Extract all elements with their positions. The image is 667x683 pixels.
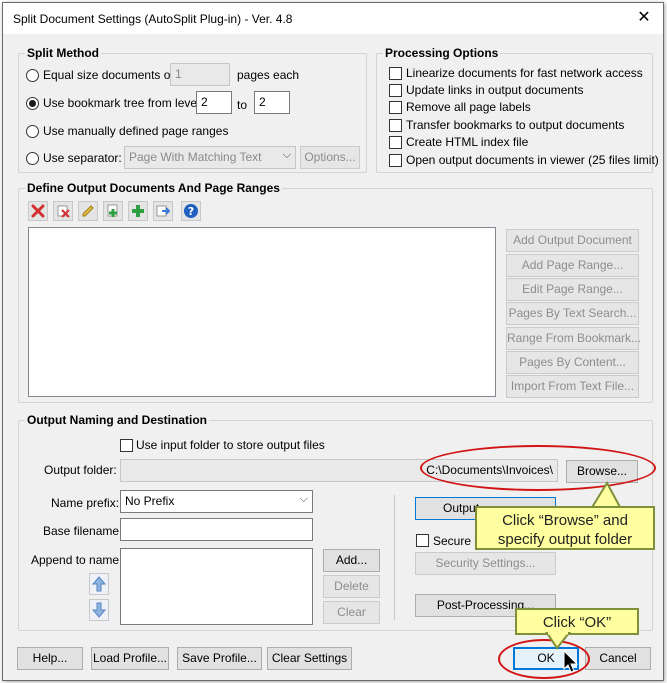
transfer-bookmarks-label: Transfer bookmarks to output documents xyxy=(406,118,625,132)
radio-separator[interactable] xyxy=(26,152,39,165)
ok-callout-pointer xyxy=(545,632,572,650)
edit-page-range-button[interactable]: Edit Page Range... xyxy=(506,278,639,301)
move-up-icon[interactable] xyxy=(89,573,109,595)
save-profile-button[interactable]: Save Profile... xyxy=(177,647,262,670)
checkbox-linearize[interactable] xyxy=(389,67,402,80)
bookmark-tree-label: Use bookmark tree from level xyxy=(43,96,200,110)
svg-text:?: ? xyxy=(188,205,194,218)
options-button[interactable]: Options... xyxy=(300,146,360,169)
browse-callout: Click “Browse” and specify output folder xyxy=(475,506,655,550)
dialog-window: Split Document Settings (AutoSplit Plug-… xyxy=(2,2,664,681)
import-icon[interactable] xyxy=(153,201,173,221)
import-from-text-file-button[interactable]: Import From Text File... xyxy=(506,375,639,398)
add-document-icon[interactable] xyxy=(103,201,123,221)
radio-bookmark-tree[interactable] xyxy=(26,97,39,110)
bookmark-to-input[interactable]: 2 xyxy=(254,91,290,114)
checkbox-html-index[interactable] xyxy=(389,136,402,149)
move-down-icon[interactable] xyxy=(89,599,109,621)
html-index-label: Create HTML index file xyxy=(406,135,529,149)
base-filename-label: Base filename: xyxy=(43,524,123,538)
ok-callout-text: Click “OK” xyxy=(542,614,612,631)
separator-label: Use separator: xyxy=(43,151,122,165)
pages-by-text-search-button[interactable]: Pages By Text Search... xyxy=(506,302,639,325)
separator-select[interactable]: Page With Matching Text ⌵ xyxy=(124,146,296,169)
edit-icon[interactable] xyxy=(78,201,98,221)
output-folder-label: Output folder: xyxy=(44,463,117,477)
checkbox-use-input-folder[interactable] xyxy=(120,439,133,452)
to-label: to xyxy=(237,98,248,112)
pages-each-label: pages each xyxy=(237,68,300,82)
checkbox-update-links[interactable] xyxy=(389,84,402,97)
remove-labels-label: Remove all page labels xyxy=(406,100,531,114)
use-input-folder-label: Use input folder to store output files xyxy=(136,438,325,452)
name-prefix-value: No Prefix xyxy=(125,494,175,508)
help-icon[interactable]: ? xyxy=(181,201,201,221)
base-filename-input[interactable] xyxy=(120,518,313,541)
delete-all-icon[interactable] xyxy=(53,201,73,221)
output-naming-title: Output Naming and Destination xyxy=(25,413,209,427)
title-bar: Split Document Settings (AutoSplit Plug-… xyxy=(3,3,663,34)
equal-size-input[interactable]: 1 xyxy=(170,63,230,86)
append-to-name-label: Append to name: xyxy=(31,553,123,567)
append-to-name-list[interactable] xyxy=(120,548,313,625)
split-method-title: Split Method xyxy=(25,46,101,60)
add-page-range-button[interactable]: Add Page Range... xyxy=(506,254,639,277)
window-title: Split Document Settings (AutoSplit Plug-… xyxy=(13,12,293,26)
checkbox-secure-output[interactable] xyxy=(416,534,429,547)
mouse-cursor-icon xyxy=(563,650,579,673)
ok-callout: Click “OK” xyxy=(515,608,639,635)
close-icon[interactable]: ✕ xyxy=(631,6,657,30)
help-button[interactable]: Help... xyxy=(17,647,83,670)
bookmark-from-input[interactable]: 2 xyxy=(196,91,232,114)
chevron-down-icon: ⌵ xyxy=(299,493,308,505)
clear-settings-button[interactable]: Clear Settings xyxy=(267,647,352,670)
checkbox-open-viewer[interactable] xyxy=(389,154,402,167)
manual-ranges-label: Use manually defined page ranges xyxy=(43,124,229,138)
delete-icon[interactable] xyxy=(28,201,48,221)
add-range-icon[interactable] xyxy=(128,201,148,221)
load-profile-button[interactable]: Load Profile... xyxy=(91,647,169,670)
checkbox-remove-labels[interactable] xyxy=(389,101,402,114)
processing-options-title: Processing Options xyxy=(383,46,501,60)
define-output-title: Define Output Documents And Page Ranges xyxy=(25,181,282,195)
update-links-label: Update links in output documents xyxy=(406,83,584,97)
cancel-button[interactable]: Cancel xyxy=(585,647,651,670)
checkbox-transfer-bookmarks[interactable] xyxy=(389,119,402,132)
clear-button[interactable]: Clear xyxy=(323,601,380,624)
open-viewer-label: Open output documents in viewer (25 file… xyxy=(406,153,659,167)
pages-by-content-button[interactable]: Pages By Content... xyxy=(506,351,639,374)
radio-manual-ranges[interactable] xyxy=(26,125,39,138)
delete-button[interactable]: Delete xyxy=(323,575,380,598)
name-prefix-label: Name prefix: xyxy=(51,496,120,510)
radio-equal-size[interactable] xyxy=(26,69,39,82)
add-output-document-button[interactable]: Add Output Document xyxy=(506,229,639,252)
output-button-label: Output xyxy=(443,501,480,515)
output-documents-list[interactable] xyxy=(28,227,496,397)
browse-callout-text: Click “Browse” and specify output folder xyxy=(497,512,633,548)
linearize-label: Linearize documents for fast network acc… xyxy=(406,66,643,80)
name-prefix-select[interactable]: No Prefix ⌵ xyxy=(120,490,313,513)
chevron-down-icon: ⌵ xyxy=(282,149,291,161)
add-button[interactable]: Add... xyxy=(323,549,380,572)
range-from-bookmark-button[interactable]: Range From Bookmark... xyxy=(506,327,641,350)
vertical-separator xyxy=(394,495,395,620)
separator-select-value: Page With Matching Text xyxy=(129,150,262,164)
equal-size-label: Equal size documents of xyxy=(43,68,174,82)
security-settings-button[interactable]: Security Settings... xyxy=(415,552,556,575)
